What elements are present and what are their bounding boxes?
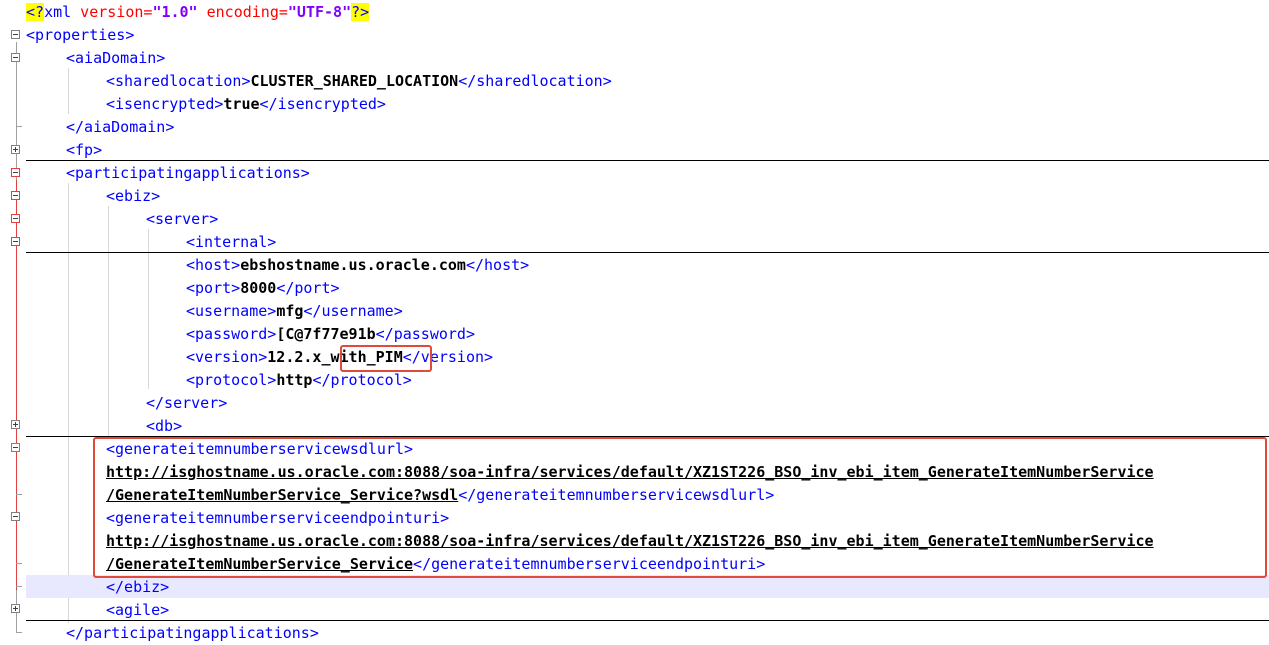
xml-text: true bbox=[223, 95, 260, 113]
fold-end-marker bbox=[16, 632, 22, 633]
pi-name: xml bbox=[44, 3, 72, 21]
attr-name: encoding= bbox=[197, 3, 288, 21]
xml-tag: <username> bbox=[186, 302, 277, 320]
code-line[interactable]: <db> bbox=[146, 415, 182, 438]
code-line[interactable]: <username>mfg</username> bbox=[186, 300, 403, 323]
xml-tag: <db> bbox=[146, 417, 183, 435]
code-line[interactable]: </server> bbox=[146, 392, 227, 415]
xml-tag: </server> bbox=[146, 394, 228, 412]
xml-tag: <internal> bbox=[186, 233, 277, 251]
indent-guide bbox=[108, 206, 109, 436]
xml-text: 12.2.x bbox=[267, 348, 322, 366]
xml-text: 8000 bbox=[240, 279, 277, 297]
collapse-aiadomain-icon[interactable] bbox=[11, 53, 20, 62]
code-line[interactable]: </aiaDomain> bbox=[66, 116, 174, 139]
attr-value: "1.0" bbox=[152, 3, 198, 21]
fold-end-marker bbox=[16, 563, 22, 564]
xml-text: ebshostname.us.oracle.com bbox=[240, 256, 466, 274]
expand-db-icon[interactable] bbox=[11, 420, 20, 429]
code-line-current[interactable]: </ebiz> bbox=[106, 576, 169, 599]
pi-close: ?> bbox=[351, 3, 370, 21]
indent-guide bbox=[148, 229, 149, 389]
code-line[interactable]: <internal> bbox=[186, 231, 276, 254]
xml-text: CLUSTER_SHARED_LOCATION bbox=[250, 72, 459, 90]
collapse-server-icon[interactable] bbox=[11, 214, 20, 223]
fold-end-marker bbox=[16, 586, 22, 587]
code-line[interactable]: <agile> bbox=[106, 599, 169, 622]
fold-end-marker bbox=[16, 126, 22, 127]
xml-tag: <password> bbox=[186, 325, 277, 343]
indent-guide bbox=[68, 68, 69, 114]
fold-separator bbox=[26, 160, 1269, 161]
annotation-box-service-urls bbox=[93, 437, 1267, 578]
indent-guide bbox=[68, 183, 69, 623]
code-line[interactable]: <host>ebshostname.us.oracle.com</host> bbox=[186, 254, 529, 277]
xml-tag: <aiaDomain> bbox=[66, 49, 166, 67]
xml-tag: <agile> bbox=[106, 601, 170, 619]
collapse-internal-icon[interactable] bbox=[11, 237, 20, 246]
collapse-properties-icon[interactable] bbox=[11, 30, 20, 39]
xml-tag: </sharedlocation> bbox=[458, 72, 612, 90]
xml-tag: </username> bbox=[303, 302, 403, 320]
xml-tag: </ebiz> bbox=[106, 578, 170, 596]
current-line-highlight bbox=[26, 575, 1269, 598]
xml-text: http bbox=[276, 371, 313, 389]
xml-tag: <isencrypted> bbox=[106, 95, 224, 113]
annotation-box-version bbox=[340, 345, 432, 372]
code-line[interactable]: <aiaDomain> bbox=[66, 47, 165, 70]
code-line[interactable]: <protocol>http</protocol> bbox=[186, 369, 412, 392]
attr-name: version= bbox=[71, 3, 153, 21]
collapse-participatingapplications-icon[interactable] bbox=[11, 168, 20, 177]
xml-tag: <version> bbox=[186, 348, 268, 366]
xml-tag: <port> bbox=[186, 279, 241, 297]
code-line-xml-declaration[interactable]: <?xml version="1.0" encoding="UTF-8"?> bbox=[26, 1, 370, 24]
xml-text: [C@7f77e91b bbox=[276, 325, 376, 343]
code-line[interactable]: <password>[C@7f77e91b</password> bbox=[186, 323, 475, 346]
code-line[interactable]: <properties> bbox=[26, 24, 134, 47]
xml-tag: </aiaDomain> bbox=[66, 118, 175, 136]
attr-value: "UTF-8" bbox=[287, 3, 352, 21]
code-line[interactable]: <participatingapplications> bbox=[66, 162, 310, 185]
xml-tag: <participatingapplications> bbox=[66, 164, 310, 182]
xml-tag: <host> bbox=[186, 256, 241, 274]
xml-tag: <server> bbox=[146, 210, 219, 228]
code-line[interactable]: <ebiz> bbox=[106, 185, 160, 208]
collapse-wsdlurl-icon[interactable] bbox=[11, 443, 20, 452]
xml-tag: </participatingapplications> bbox=[66, 624, 319, 642]
xml-tag: </port> bbox=[276, 279, 340, 297]
pi-open: <? bbox=[26, 3, 45, 21]
xml-tag: <sharedlocation> bbox=[106, 72, 251, 90]
fold-separator bbox=[26, 620, 1269, 621]
code-line[interactable]: <port>8000</port> bbox=[186, 277, 340, 300]
expand-agile-icon[interactable] bbox=[11, 604, 20, 613]
xml-tag: <fp> bbox=[66, 141, 103, 159]
code-line[interactable]: <fp> bbox=[66, 139, 102, 162]
xml-tag: <protocol> bbox=[186, 371, 277, 389]
fold-end-marker bbox=[16, 494, 22, 495]
code-line[interactable]: </participatingapplications> bbox=[66, 622, 319, 645]
xml-tag: <properties> bbox=[26, 26, 135, 44]
xml-tag: </password> bbox=[375, 325, 475, 343]
xml-text: mfg bbox=[276, 302, 304, 320]
xml-tag: <ebiz> bbox=[106, 187, 161, 205]
code-line[interactable]: <isencrypted>true</isencrypted> bbox=[106, 93, 386, 116]
collapse-endpointuri-icon[interactable] bbox=[11, 512, 20, 521]
xml-tag: </host> bbox=[465, 256, 530, 274]
code-line[interactable]: <server> bbox=[146, 208, 218, 231]
code-line[interactable]: <sharedlocation>CLUSTER_SHARED_LOCATION<… bbox=[106, 70, 612, 93]
xml-tag: </isencrypted> bbox=[259, 95, 386, 113]
xml-tag: </protocol> bbox=[312, 371, 412, 389]
collapse-ebiz-icon[interactable] bbox=[11, 191, 20, 200]
fold-gutter bbox=[0, 0, 24, 645]
expand-fp-icon[interactable] bbox=[11, 145, 20, 154]
